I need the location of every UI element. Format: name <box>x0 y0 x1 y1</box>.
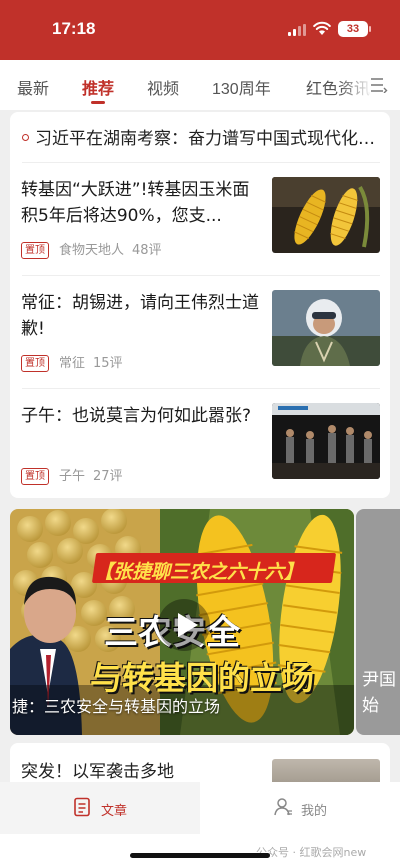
article-title: 突发！以军袭击多地 <box>21 762 174 782</box>
top-headline[interactable]: 习近平在湖南考察：奋力谱写中国式现代化湖南篇章 <box>22 124 382 149</box>
watermark-text: 公众号 · 红歌会网new <box>256 846 367 859</box>
comment-count: 27评 <box>93 469 123 484</box>
article-item[interactable]: 子午：也说莫言为何如此嚣张? 置顶 子午 27评 <box>10 389 390 498</box>
article-icon <box>74 797 90 817</box>
article-title: 转基因“大跃进”!转基因玉米面积5年后将达90%，您支... <box>21 180 250 226</box>
tab-latest[interactable]: 最新 <box>17 75 49 99</box>
nav-profile[interactable]: 我的 <box>200 782 400 834</box>
pinned-badge: 置顶 <box>21 242 49 259</box>
cellular-signal-icon <box>288 24 308 36</box>
stage-thumbnail <box>272 403 380 479</box>
status-bar: 17:18 33 <box>0 0 400 60</box>
article-source: 常征 <box>59 356 86 371</box>
comment-count: 48评 <box>132 243 162 258</box>
pilot-thumbnail <box>272 290 380 366</box>
article-source: 子午 <box>59 469 86 484</box>
wifi-icon <box>313 21 331 35</box>
status-time: 17:18 <box>52 19 96 38</box>
category-tab-bar: 最新 推荐 视频 130周年 红色资讯 <box>0 60 400 110</box>
article-meta: 置顶 子午 27评 <box>21 465 123 485</box>
pinned-badge: 置顶 <box>21 468 49 485</box>
nav-articles[interactable]: 文章 <box>0 782 200 834</box>
article-meta: 置顶 食物天地人 48评 <box>21 239 162 259</box>
article-item[interactable]: 常征：胡锡进，请向王伟烈士道歉! 置顶 常征 15评 <box>10 276 390 386</box>
battery-indicator: 33 <box>338 21 371 37</box>
article-title: 子午：也说莫言为何如此嚣张? <box>21 406 252 426</box>
next-banner-preview[interactable]: 尹国 始 <box>356 509 400 735</box>
carousel-dots <box>24 723 144 735</box>
article-title: 常征：胡锡进，请向王伟烈士道歉! <box>21 293 259 339</box>
tab-menu-icon[interactable] <box>370 77 388 93</box>
bullet-dot-icon <box>22 133 29 141</box>
corn-thumbnail <box>272 177 380 253</box>
tab-video[interactable]: 视频 <box>147 75 179 99</box>
stage-icon <box>272 403 380 479</box>
comment-count: 15评 <box>93 356 123 371</box>
corn-icon <box>272 177 380 253</box>
pilot-icon <box>272 290 380 366</box>
profile-icon <box>274 798 292 816</box>
tab-130th-anniversary[interactable]: 130周年 <box>212 75 271 99</box>
banner-series-title: 【张捷聊三农之六十六】 <box>94 561 304 583</box>
play-icon[interactable] <box>158 599 210 651</box>
article-source: 食物天地人 <box>59 243 125 258</box>
video-banner[interactable]: 【张捷聊三农之六十六】 三农安全 与转基因的立场 捷：三农安全与转基因的立场 <box>10 509 354 735</box>
home-indicator[interactable] <box>130 853 270 858</box>
news-feed-card: 习近平在湖南考察：奋力谱写中国式现代化湖南篇章 转基因“大跃进”!转基因玉米面积… <box>10 112 390 498</box>
article-meta: 置顶 常征 15评 <box>21 352 123 372</box>
article-item[interactable]: 转基因“大跃进”!转基因玉米面积5年后将达90%，您支... 置顶 食物天地人 48… <box>10 163 390 273</box>
active-tab-indicator <box>91 101 105 104</box>
tab-recommended[interactable]: 推荐 <box>82 75 114 99</box>
banner-caption: 捷：三农安全与转基因的立场 <box>12 697 221 716</box>
pinned-badge: 置顶 <box>21 355 49 372</box>
